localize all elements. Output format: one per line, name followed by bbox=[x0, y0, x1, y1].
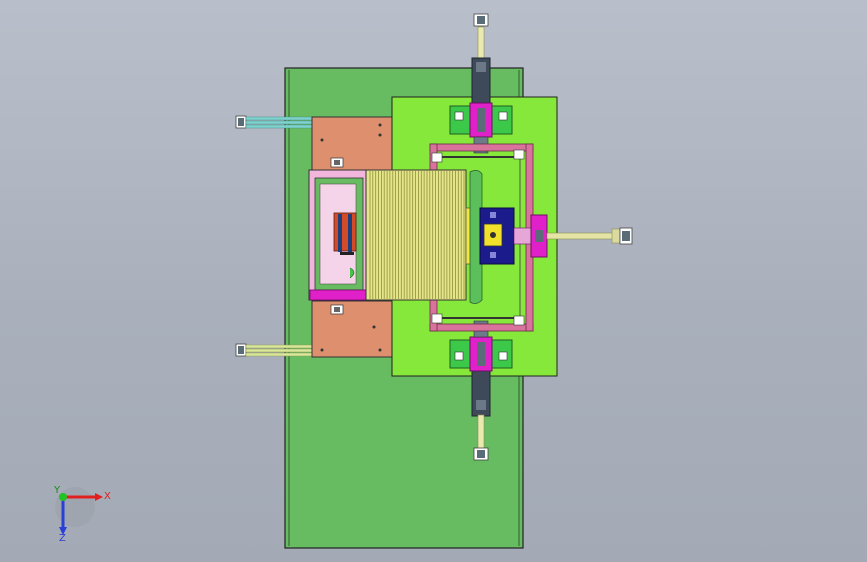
left-rail-upper[interactable] bbox=[235, 115, 315, 129]
top-actuator[interactable] bbox=[471, 13, 491, 107]
triad-shadow bbox=[55, 487, 95, 527]
copper-block-upper[interactable] bbox=[311, 116, 393, 172]
push-rod[interactable] bbox=[513, 214, 633, 258]
y-axis-dot bbox=[59, 493, 67, 501]
mold-housing[interactable] bbox=[308, 169, 370, 301]
slot-stack[interactable] bbox=[365, 169, 467, 301]
z-axis-label: Z bbox=[59, 533, 66, 544]
cad-viewport[interactable]: X Y Z bbox=[0, 0, 867, 562]
y-axis-label: Y bbox=[53, 485, 61, 496]
axis-triad: X Y Z bbox=[53, 485, 111, 544]
copper-block-lower[interactable] bbox=[311, 300, 393, 358]
x-axis-label: X bbox=[104, 491, 111, 502]
left-rail-lower[interactable] bbox=[235, 343, 315, 357]
